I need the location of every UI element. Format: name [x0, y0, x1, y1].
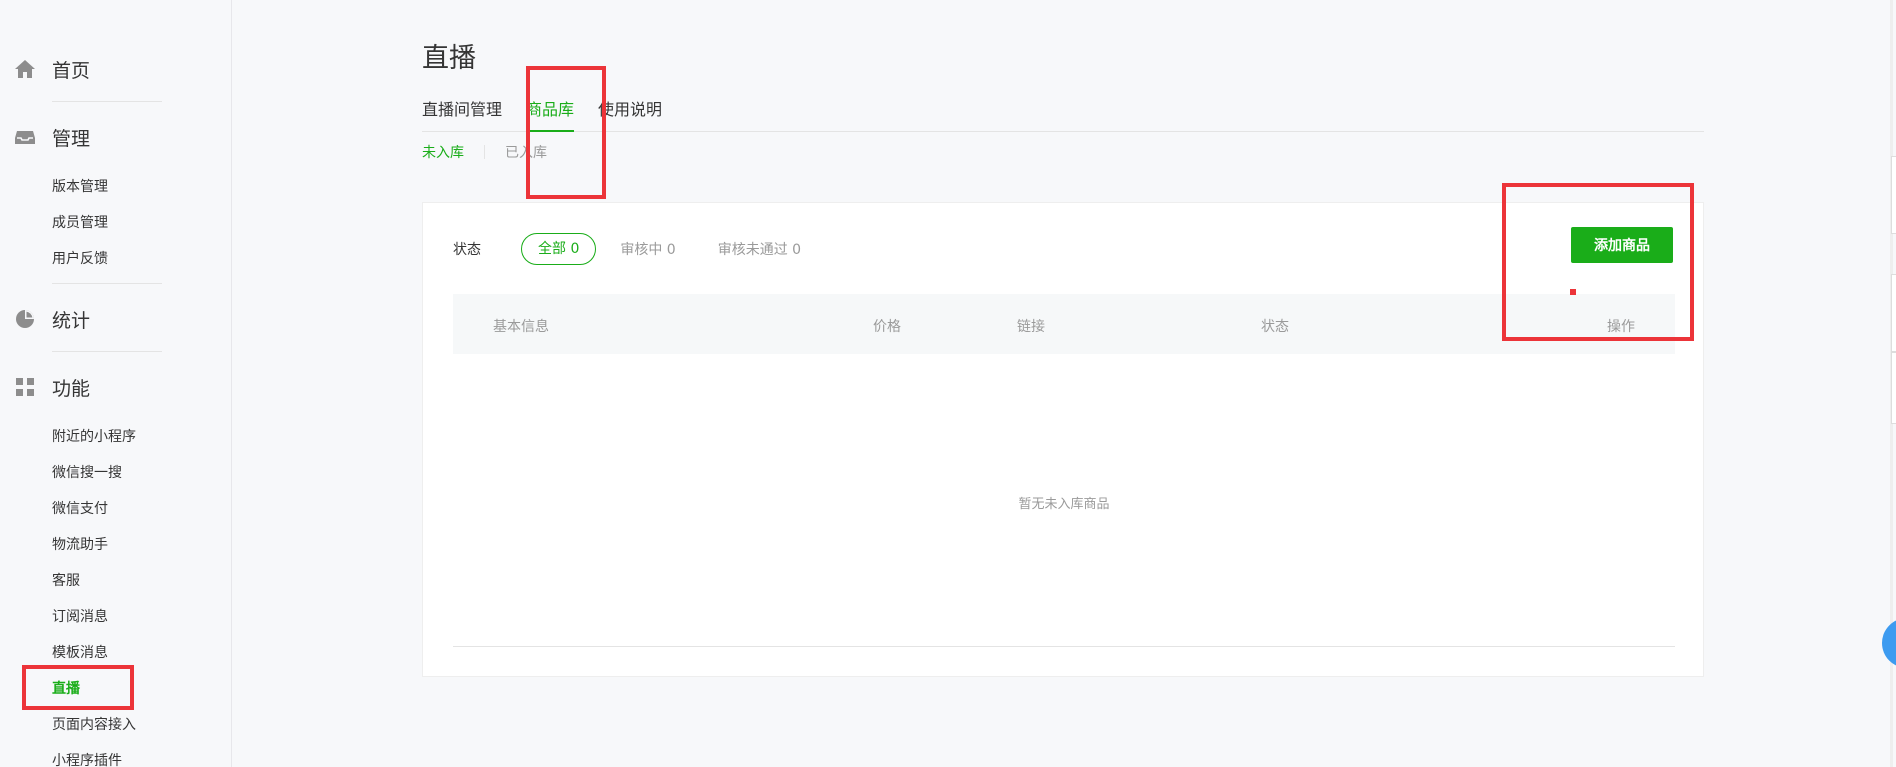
sidebar-divider — [52, 101, 162, 102]
subtab-stocked[interactable]: 已入库 — [505, 142, 547, 162]
subtab-bar: 未入库 已入库 — [422, 142, 547, 162]
goods-card: 状态 全部 0 审核中 0 审核未通过 0 添加商品 基本信息 价格 链接 状态… — [422, 202, 1704, 677]
sidebar-divider — [52, 283, 162, 284]
page-title: 直播 — [422, 43, 476, 74]
sidebar-item-stats[interactable]: 统计 — [14, 304, 90, 334]
sidebar-item-content[interactable]: 页面内容接入 — [52, 715, 136, 735]
sidebar-item-manage[interactable]: 管理 — [14, 122, 90, 152]
sidebar-item-plugin[interactable]: 小程序插件 — [52, 751, 122, 767]
subtab-divider — [484, 145, 485, 159]
sidebar-item-service[interactable]: 客服 — [52, 571, 80, 591]
column-price: 价格 — [873, 319, 901, 335]
inbox-icon — [14, 126, 36, 148]
side-tab[interactable] — [1891, 156, 1896, 234]
floating-help-button[interactable] — [1882, 618, 1896, 668]
grid-icon — [14, 376, 36, 398]
side-tab[interactable] — [1891, 274, 1896, 352]
sidebar-item-feedback[interactable]: 用户反馈 — [52, 249, 108, 269]
column-status: 状态 — [1261, 319, 1289, 335]
sidebar-item-live[interactable]: 直播 — [52, 679, 80, 699]
status-filter: 状态 全部 0 审核中 0 审核未通过 0 — [453, 233, 843, 265]
sidebar-item-nearby[interactable]: 附近的小程序 — [52, 427, 136, 447]
pie-chart-icon — [14, 308, 36, 330]
empty-state: 暂无未入库商品 — [1018, 497, 1110, 512]
column-basic-info: 基本信息 — [493, 319, 549, 335]
sidebar-item-label: 统计 — [52, 309, 91, 332]
annotation-box — [526, 66, 606, 199]
sidebar-item-template[interactable]: 模板消息 — [52, 643, 108, 663]
sidebar-item-label: 功能 — [52, 377, 91, 400]
sidebar-item-label: 管理 — [52, 127, 91, 150]
filter-label: 状态 — [453, 242, 481, 258]
tab-goods-library[interactable]: 商品库 — [526, 96, 575, 132]
sidebar-item-version[interactable]: 版本管理 — [52, 177, 108, 197]
filter-rejected[interactable]: 审核未通过 0 — [718, 239, 801, 259]
tab-instructions[interactable]: 使用说明 — [598, 96, 662, 132]
column-link: 链接 — [1017, 319, 1045, 335]
sidebar-divider — [52, 351, 162, 352]
sidebar-item-features[interactable]: 功能 — [14, 372, 90, 402]
tab-bar: 直播间管理 商品库 使用说明 — [422, 96, 1704, 132]
subtab-not-stocked[interactable]: 未入库 — [422, 142, 464, 162]
side-tab[interactable] — [1891, 352, 1896, 424]
home-icon — [14, 58, 36, 80]
sidebar-item-members[interactable]: 成员管理 — [52, 213, 108, 233]
add-goods-button[interactable]: 添加商品 — [1571, 227, 1673, 263]
table-divider — [453, 646, 1675, 647]
filter-all[interactable]: 全部 0 — [521, 233, 597, 265]
column-actions: 操作 — [1607, 319, 1635, 335]
sidebar-item-label: 首页 — [52, 59, 91, 82]
annotation-dot — [1570, 289, 1576, 295]
sidebar-item-pay[interactable]: 微信支付 — [52, 499, 108, 519]
tab-live-room[interactable]: 直播间管理 — [422, 96, 502, 132]
sidebar: 首页 管理 版本管理 成员管理 用户反馈 统计 功能 附近的小程序 微信搜一搜 … — [0, 0, 232, 767]
table-header: 基本信息 价格 链接 状态 操作 — [453, 294, 1675, 354]
sidebar-item-home[interactable]: 首页 — [14, 54, 90, 84]
sidebar-item-search[interactable]: 微信搜一搜 — [52, 463, 122, 483]
sidebar-item-subscribe[interactable]: 订阅消息 — [52, 607, 108, 627]
filter-reviewing[interactable]: 审核中 0 — [620, 239, 675, 259]
sidebar-item-logistics[interactable]: 物流助手 — [52, 535, 108, 555]
